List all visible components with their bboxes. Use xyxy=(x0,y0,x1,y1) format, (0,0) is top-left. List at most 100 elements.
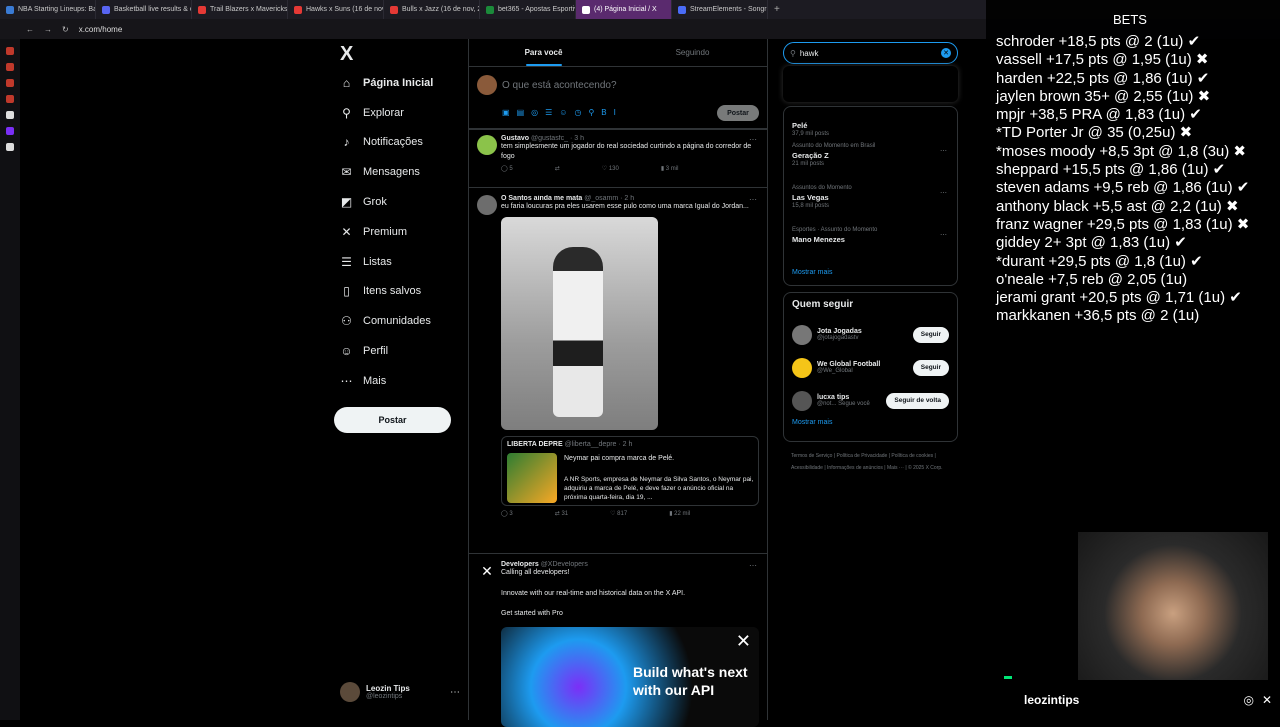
quote-header: LIBERTA DEPRE @liberta__depre · 2 h xyxy=(507,441,632,448)
more-dots-icon[interactable]: ⋯ xyxy=(940,189,947,197)
follow-suggestion[interactable]: lucxa tips @not... Segue você Seguir de vo… xyxy=(792,384,949,417)
communities-icon: ⚇ xyxy=(341,314,352,329)
reply-icon[interactable]: ◯ 5 xyxy=(501,165,513,172)
location-icon[interactable]: ⚲ xyxy=(588,108,594,117)
promoted-tweet[interactable]: ✕ Developers @XDevelopers Calling all de… xyxy=(477,561,763,727)
nav-item-profile[interactable]: ☺ Perfil xyxy=(334,336,464,366)
views-icon[interactable]: ▮ 3 mil xyxy=(661,165,679,172)
reply-icon[interactable]: ◯ 3 xyxy=(501,510,513,517)
back-icon[interactable]: ← xyxy=(26,25,34,34)
more-dots-icon[interactable]: ⋯ xyxy=(749,135,757,144)
nav-item-grok[interactable]: ◩ Grok xyxy=(334,187,464,217)
clear-search-icon[interactable]: ✕ xyxy=(941,48,951,58)
schedule-icon[interactable]: ◷ xyxy=(574,108,581,117)
more-dots-icon[interactable]: ⋯ xyxy=(749,561,757,570)
tweet-photo[interactable] xyxy=(501,216,658,430)
bet-line: *durant +29,5 pts @ 1,8 (1u) ✔ xyxy=(996,252,1203,270)
follow-suggestion[interactable]: Jota Jogadas @jotajogadastv Seguir xyxy=(792,318,949,351)
browser-tab[interactable]: Trail Blazers x Mavericks xyxy=(192,0,288,19)
nav-item-mail[interactable]: ✉ Mensagens xyxy=(334,157,464,187)
tab-favicon-icon xyxy=(294,5,302,14)
nav-item-communities[interactable]: ⚇ Comunidades xyxy=(334,306,464,336)
divider xyxy=(469,553,767,554)
browser-tab[interactable]: NBA Starting Lineups: Ba xyxy=(0,0,96,19)
gif-icon[interactable]: ▤ xyxy=(517,108,525,117)
mail-icon: ✉ xyxy=(341,165,352,180)
show-more-link[interactable]: Mostrar mais xyxy=(792,419,949,426)
nav-item-label: Notificações xyxy=(363,136,423,149)
follow-button[interactable]: Seguir xyxy=(912,359,949,376)
browser-tab[interactable]: bet365 - Apostas Esportiv xyxy=(480,0,576,19)
nav-item-search[interactable]: ⚲ Explorar xyxy=(334,98,464,128)
nav-item-list[interactable]: ☰ Listas xyxy=(334,247,464,277)
quoted-tweet[interactable]: LIBERTA DEPRE @liberta__depre · 2 h Neym… xyxy=(501,435,759,506)
address-text[interactable]: x.com/home xyxy=(79,25,123,34)
tweet-handle: @XDevelopers xyxy=(540,561,588,568)
tweet-header: O Santos ainda me mata @_osamm · 2 h xyxy=(501,195,763,202)
trend-item[interactable]: Esportes · Assunto do Momento Mano Meneze… xyxy=(792,227,949,269)
tweet-author[interactable]: O Santos ainda me mata xyxy=(501,195,582,202)
follow-button[interactable]: Seguir de volta xyxy=(886,392,949,409)
views-icon[interactable]: ▮ 22 mil xyxy=(669,510,690,517)
search-value[interactable]: hawk xyxy=(800,49,819,58)
like-icon[interactable]: ♡ 130 xyxy=(602,165,619,172)
tweet[interactable]: Gustavo @gustasfc_ · 3 h tem simplesment… xyxy=(477,135,763,172)
follow-button[interactable]: Seguir xyxy=(912,326,949,343)
x-logo-icon[interactable]: X xyxy=(334,40,464,68)
forward-icon[interactable]: → xyxy=(44,25,52,34)
show-more-link[interactable]: Mostrar mais xyxy=(792,269,949,276)
search-input[interactable]: ⚲ hawk ✕ xyxy=(783,42,958,64)
italic-icon[interactable]: I xyxy=(614,108,616,117)
tweet-author[interactable]: Gustavo xyxy=(501,135,529,142)
tab-for-you[interactable]: Para você xyxy=(469,39,618,66)
trend-item[interactable]: Pelé 37,9 mil posts xyxy=(792,109,949,143)
ad-image[interactable]: ✕ Build what's next with our API xyxy=(501,626,759,727)
trend-item[interactable]: Assunto do Momento em Brasil Geração Z 21 … xyxy=(792,143,949,185)
sidebar-app-icon[interactable] xyxy=(6,47,14,55)
trend-item[interactable]: Assuntos do Momento Las Vegas 15,8 mil pos… xyxy=(792,185,949,227)
nav-item-home[interactable]: ⌂ Página Inicial xyxy=(334,68,464,98)
browser-tab[interactable]: Basketball live results & o xyxy=(96,0,192,19)
browser-tab[interactable]: Bulls x Jazz (16 de nov, 2 xyxy=(384,0,480,19)
nav-item-bell[interactable]: ♪ Notificações xyxy=(334,128,464,158)
footer-links[interactable]: Termos de Serviço | Política de Privacid… xyxy=(783,450,958,474)
tab-following[interactable]: Seguindo xyxy=(618,39,767,66)
more-dots-icon[interactable]: ⋯ xyxy=(940,147,947,155)
image-icon[interactable]: ▣ xyxy=(502,108,510,117)
browser-tab[interactable]: StreamElements - Songre xyxy=(672,0,768,19)
compose-input[interactable]: O que está acontecendo? xyxy=(502,80,617,91)
more-dots-icon[interactable]: ⋯ xyxy=(450,687,460,698)
retweet-icon[interactable]: ⇄ xyxy=(555,165,560,172)
post-button[interactable]: Postar xyxy=(334,407,451,433)
reload-icon[interactable]: ↻ xyxy=(62,25,69,34)
nav-item-more[interactable]: ⋯ Mais xyxy=(334,366,464,396)
more-dots-icon[interactable]: ⋯ xyxy=(749,195,757,204)
sidebar-app-icon[interactable] xyxy=(6,79,14,87)
like-icon[interactable]: ♡ 817 xyxy=(610,510,627,517)
grok-icon[interactable]: ◎ xyxy=(531,108,538,117)
sidebar-app-icon[interactable] xyxy=(6,143,14,151)
poll-icon[interactable]: ☰ xyxy=(545,108,552,117)
emoji-icon[interactable]: ☺ xyxy=(559,108,567,117)
account-handle: @leozintips xyxy=(366,693,403,700)
compose-post-button[interactable]: Postar xyxy=(717,105,759,121)
bet-line: mpjr +38,5 PRA @ 1,83 (1u) ✔ xyxy=(996,106,1202,124)
browser-tab[interactable]: Hawks x Suns (16 de nov xyxy=(288,0,384,19)
bookmark-icon: ▯ xyxy=(343,284,350,299)
tab-label: Trail Blazers x Mavericks xyxy=(210,6,288,13)
tweet[interactable]: O Santos ainda me mata @_osamm · 2 h eu … xyxy=(477,195,763,517)
browser-tab[interactable]: (4) Página Inicial / X xyxy=(576,0,672,19)
bold-icon[interactable]: B xyxy=(601,108,606,117)
sidebar-app-icon[interactable] xyxy=(6,111,14,119)
nav-item-x-premium[interactable]: ✕ Premium xyxy=(334,217,464,247)
follow-suggestion[interactable]: We Global Football @We_Global Seguir xyxy=(792,351,949,384)
nav-item-bookmark[interactable]: ▯ Itens salvos xyxy=(334,277,464,307)
tweet-author[interactable]: Developers xyxy=(501,561,539,568)
sidebar-app-icon[interactable] xyxy=(6,63,14,71)
sidebar-app-icon[interactable] xyxy=(6,127,14,135)
account-switcher[interactable]: Leozin Tips @leozintips ⋯ xyxy=(340,682,460,702)
more-dots-icon[interactable]: ⋯ xyxy=(940,231,947,239)
sidebar-app-icon[interactable] xyxy=(6,95,14,103)
retweet-icon[interactable]: ⇄ 31 xyxy=(555,510,568,517)
new-tab-button[interactable]: + xyxy=(768,4,786,15)
